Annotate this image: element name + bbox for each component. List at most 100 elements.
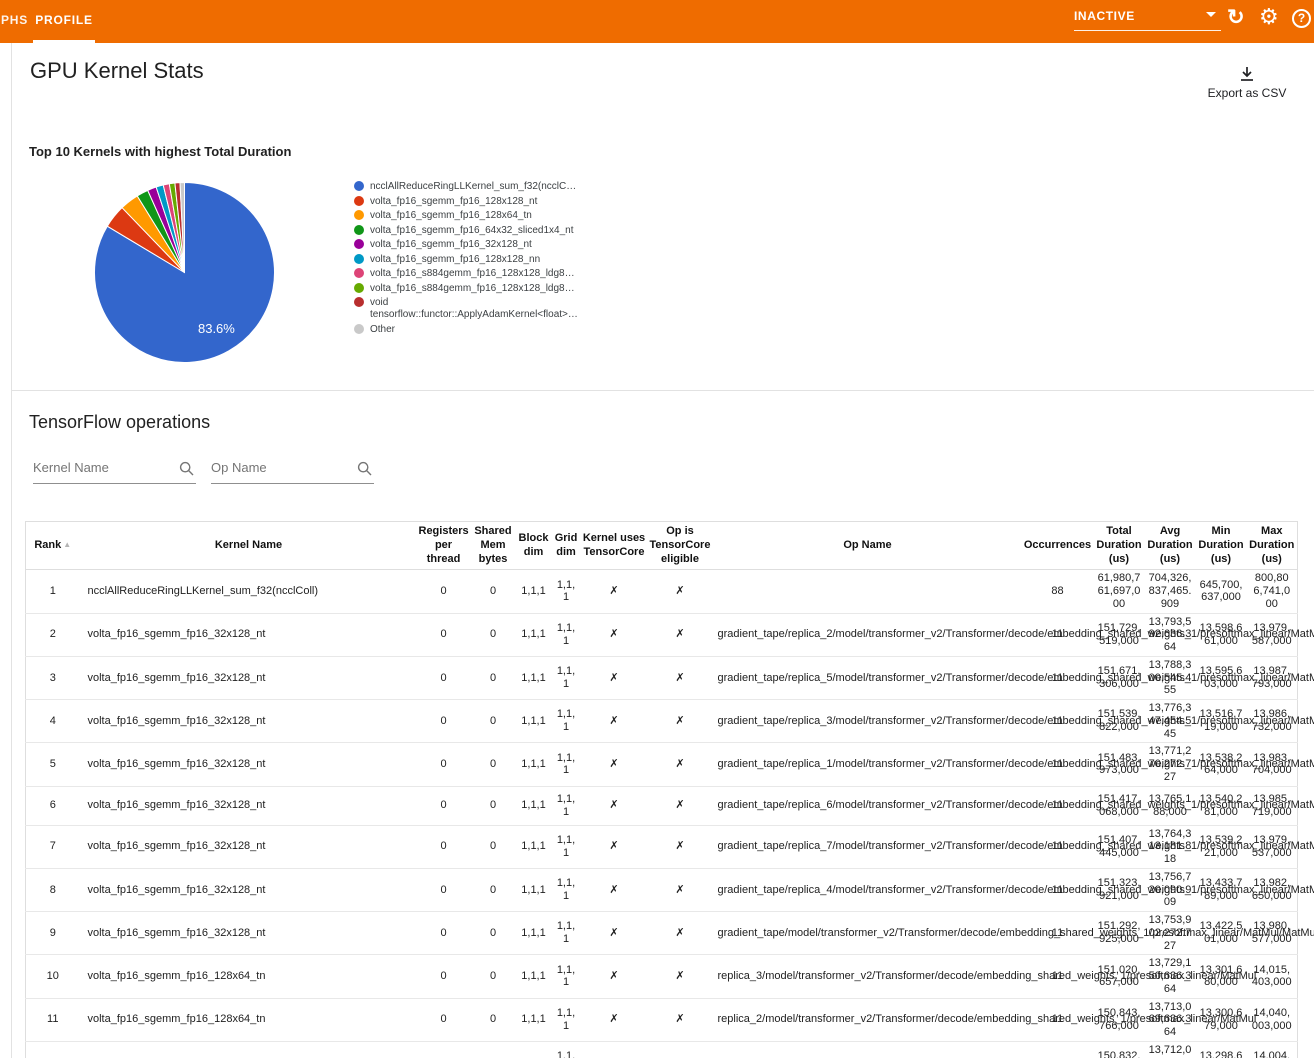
gear-icon[interactable]: ⚙ [1259, 4, 1279, 30]
op-name-filter [211, 452, 374, 484]
cell-block_dim: 1,1,1 [517, 613, 551, 656]
cell-avg: 13,712,037,090.909 [1145, 1041, 1196, 1058]
cell-avg: 13,764,313,181.818 [1145, 825, 1196, 868]
column-header[interactable]: Block dim [517, 522, 551, 570]
profile-page: PHS PROFILE INACTIVE ↻ ⚙ ? GPU Kernel St… [0, 0, 1314, 1058]
cell-grid_dim: 1,1,1 [551, 868, 582, 911]
table-row: 10volta_fp16_sgemm_fp16_128x64_tn001,1,1… [26, 955, 1298, 998]
column-header[interactable]: Op Name [714, 522, 1022, 570]
legend-color-dot [354, 181, 364, 191]
cell-kernel: ncclAllReduceRingLLKernel_sum_f32(ncclCo… [80, 570, 418, 613]
kernel-name-input[interactable] [33, 452, 196, 484]
cell-kernel: volta_fp16_sgemm_fp16_128x64_tn [80, 955, 418, 998]
cell-min: 13,298,622,000 [1196, 1041, 1247, 1058]
legend-item[interactable]: void tensorflow::functor::ApplyAdamKerne… [354, 297, 554, 321]
legend-item[interactable]: volta_fp16_sgemm_fp16_128x128_nt [354, 196, 554, 208]
column-header[interactable]: Max Duration (us) [1247, 522, 1298, 570]
refresh-icon[interactable]: ↻ [1227, 5, 1245, 30]
section-title: TensorFlow operations [29, 412, 210, 433]
column-header[interactable]: Registers per thread [418, 522, 470, 570]
page-title: GPU Kernel Stats [30, 58, 204, 84]
sort-asc-icon: ▲ [63, 540, 71, 549]
cell-kernel: volta_fp16_sgemm_fp16_32x128_nt [80, 613, 418, 656]
column-header[interactable]: Op is TensorCore eligible [647, 522, 714, 570]
cell-grid_dim: 1,1,1 [551, 656, 582, 699]
column-header[interactable]: Avg Duration (us) [1145, 522, 1196, 570]
cell-rank: 5 [26, 743, 80, 786]
cell-kernel: volta_fp16_sgemm_fp16_32x128_nt [80, 656, 418, 699]
cell-op_name: gradient_tape/replica_7/model/transforme… [714, 825, 1022, 868]
legend-item[interactable]: volta_fp16_sgemm_fp16_128x128_nn [354, 254, 554, 266]
cell-avg: 13,793,592,636.364 [1145, 613, 1196, 656]
cell-registers: 0 [418, 998, 470, 1041]
cell-kernel_tensorcore: ✗ [582, 825, 647, 868]
legend-color-dot [354, 324, 364, 334]
cell-block_dim: 1,1,1 [517, 786, 551, 825]
cell-shared_mem: 0 [470, 825, 517, 868]
legend-label: volta_fp16_s884gemm_fp16_128x128_ldg8… [370, 283, 575, 295]
legend-item[interactable]: volta_fp16_s884gemm_fp16_128x128_ldg8… [354, 283, 554, 295]
cell-shared_mem: 0 [470, 570, 517, 613]
cell-shared_mem: 0 [470, 743, 517, 786]
cell-max: 800,806,741,000 [1247, 570, 1298, 613]
export-csv-button[interactable]: Export as CSV [1202, 65, 1292, 100]
table-row: 7volta_fp16_sgemm_fp16_32x128_nt001,1,11… [26, 825, 1298, 868]
cell-rank: 4 [26, 700, 80, 743]
help-icon[interactable]: ? [1292, 9, 1311, 28]
legend-item[interactable]: volta_fp16_sgemm_fp16_32x128_nt [354, 239, 554, 251]
table-row: 4volta_fp16_sgemm_fp16_32x128_nt001,1,11… [26, 700, 1298, 743]
cell-shared_mem: 0 [470, 1041, 517, 1058]
column-header[interactable]: Kernel Name [80, 522, 418, 570]
column-header[interactable]: Min Duration (us) [1196, 522, 1247, 570]
cell-avg: 13,729,150,636.364 [1145, 955, 1196, 998]
top-toolbar: PHS PROFILE INACTIVE ↻ ⚙ ? [0, 0, 1314, 43]
cell-rank: 12 [26, 1041, 80, 1058]
cell-rank: 11 [26, 998, 80, 1041]
cell-grid_dim: 1,1,1 [551, 1041, 582, 1058]
legend-item[interactable]: volta_fp16_sgemm_fp16_64x32_sliced1x4_nt [354, 225, 554, 237]
legend-item[interactable]: ncclAllReduceRingLLKernel_sum_f32(ncclC… [354, 181, 554, 193]
op-name-input[interactable] [211, 452, 374, 484]
legend-item[interactable]: volta_fp16_sgemm_fp16_128x64_tn [354, 210, 554, 222]
legend-item[interactable]: Other [354, 324, 554, 336]
cell-shared_mem: 0 [470, 656, 517, 699]
cell-max: 13,985,719,000 [1247, 786, 1298, 825]
kernel-name-filter [33, 452, 196, 484]
cell-total: 151,323,921,000 [1094, 868, 1145, 911]
column-header[interactable]: Total Duration (us) [1094, 522, 1145, 570]
cell-total: 151,483,973,000 [1094, 743, 1145, 786]
cell-kernel_tensorcore: ✗ [582, 786, 647, 825]
table-row: 12volta_fp16_sgemm_fp16_128x64_tn001,1,1… [26, 1041, 1298, 1058]
cell-op_tensorcore_eligible: ✗ [647, 912, 714, 955]
cell-total: 151,020,657,000 [1094, 955, 1145, 998]
column-header[interactable]: Occurrences [1022, 522, 1094, 570]
cell-kernel_tensorcore: ✗ [582, 743, 647, 786]
legend-item[interactable]: volta_fp16_s884gemm_fp16_128x128_ldg8… [354, 268, 554, 280]
cell-rank: 9 [26, 912, 80, 955]
column-header[interactable]: Shared Mem bytes [470, 522, 517, 570]
cell-shared_mem: 0 [470, 955, 517, 998]
search-icon [179, 461, 194, 476]
table-header-row: Rank▲Kernel NameRegisters per threadShar… [26, 522, 1298, 570]
cell-shared_mem: 0 [470, 912, 517, 955]
tab-graphs[interactable]: PHS [1, 13, 28, 27]
column-header[interactable]: Grid dim [551, 522, 582, 570]
cell-block_dim: 1,1,1 [517, 700, 551, 743]
kernel-pie-chart[interactable]: 83.6% [92, 180, 277, 365]
cell-grid_dim: 1,1,1 [551, 613, 582, 656]
cell-registers: 0 [418, 656, 470, 699]
cell-total: 151,671,306,000 [1094, 656, 1145, 699]
cell-registers: 0 [418, 868, 470, 911]
chart-title: Top 10 Kernels with highest Total Durati… [29, 144, 291, 159]
column-header[interactable]: Rank▲ [26, 522, 80, 570]
tab-profile[interactable]: PROFILE [33, 0, 95, 43]
cell-kernel_tensorcore: ✗ [582, 613, 647, 656]
cell-avg: 13,756,720,090.909 [1145, 868, 1196, 911]
sidebar-divider [11, 43, 12, 1058]
column-header[interactable]: Kernel uses TensorCore [582, 522, 647, 570]
run-selector[interactable]: INACTIVE [1074, 3, 1221, 31]
table-row: 1ncclAllReduceRingLLKernel_sum_f32(ncclC… [26, 570, 1298, 613]
search-icon [357, 461, 372, 476]
table-filters [33, 452, 374, 484]
legend-color-dot [354, 254, 364, 264]
